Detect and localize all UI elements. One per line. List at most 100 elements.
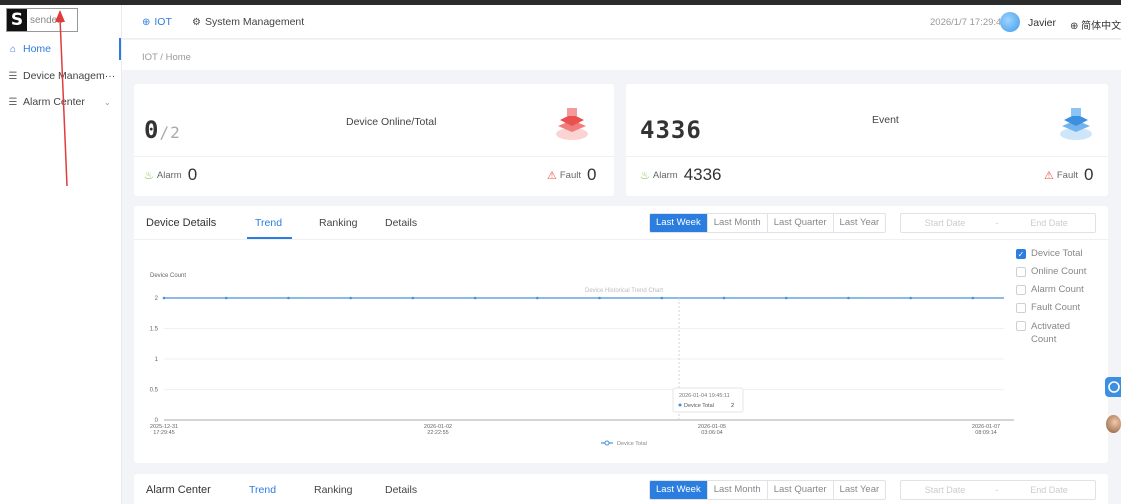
device-fault-stat: ⚠ Fault 0 (547, 165, 596, 185)
toggle-alarm-count[interactable]: Alarm Count (1016, 284, 1084, 295)
date-range-picker[interactable]: Start Date - End Date (900, 213, 1096, 233)
end-date-input[interactable]: End Date (1005, 485, 1093, 495)
toggle-activated-count[interactable]: Activated Count (1016, 320, 1086, 346)
tooltip-time: 2026-01-04 19:45:11 (679, 393, 730, 399)
start-date-input[interactable]: Start Date (901, 218, 989, 228)
y-tick-label: 1 (155, 357, 159, 363)
date-range-picker[interactable]: Start Date - End Date (900, 480, 1096, 500)
sidebar-item-alarm-center[interactable]: ☰ Alarm Center ⌄ (0, 91, 121, 113)
sidebar: S senden ⌂ Home ☰ Device Managem··· ☰ Al… (0, 5, 122, 504)
range-selector: Last Week Last Month Last Quarter Last Y… (649, 480, 887, 500)
data-point (722, 296, 726, 300)
list-icon: ☰ (8, 96, 18, 108)
range-last-month[interactable]: Last Month (708, 481, 768, 499)
tab-ranking[interactable]: Ranking (314, 484, 353, 496)
alarm-label: Alarm (156, 169, 182, 181)
device-alarm-stat: ♨ Alarm 0 (144, 165, 197, 185)
device-stack-icon (556, 108, 588, 140)
chat-icon (1108, 381, 1120, 393)
alarm-value: 4336 (683, 165, 722, 184)
checkbox[interactable] (1016, 285, 1026, 295)
x-tick-label: 17:29:45 (153, 430, 174, 436)
user-name[interactable]: Javier (1028, 17, 1056, 29)
gear-icon: ⚙ (192, 16, 201, 28)
checkbox[interactable] (1016, 303, 1026, 313)
range-last-year[interactable]: Last Year (834, 481, 886, 499)
tab-details[interactable]: Details (385, 217, 417, 229)
data-point (909, 296, 912, 300)
tab-iot[interactable]: ⊕ IOT (142, 16, 172, 28)
toggle-device-total[interactable]: ✓ Device Total (1016, 248, 1083, 259)
y-axis-label: Device Count (150, 273, 186, 279)
assistant-avatar[interactable] (1106, 415, 1121, 433)
sidebar-item-home[interactable]: ⌂ Home (0, 38, 121, 60)
tab-trend[interactable]: Trend (255, 217, 282, 229)
checkbox[interactable] (1016, 321, 1026, 331)
start-date-input[interactable]: Start Date (901, 485, 989, 495)
range-separator: - (995, 218, 999, 228)
fault-value: 0 (587, 165, 597, 184)
language-switch[interactable]: ⊕ 简体中文 (1070, 17, 1121, 32)
tooltip-value: 2 (731, 403, 734, 409)
range-last-week[interactable]: Last Week (650, 214, 708, 232)
device-online-total: 0/2 (144, 116, 181, 144)
data-point (784, 296, 788, 300)
breadcrumb-bar: IOT / Home (122, 40, 1121, 70)
event-fault-stat: ⚠ Fault 0 (1044, 165, 1093, 185)
tab-label: IOT (154, 16, 172, 28)
toggle-fault-count[interactable]: Fault Count (1016, 302, 1080, 313)
data-point (411, 296, 415, 300)
alarm-icon: ♨ (640, 169, 650, 182)
warning-icon: ⚠ (547, 169, 557, 182)
data-point (847, 296, 850, 300)
alarm-center-panel: Alarm Center Trend Ranking Details Last … (134, 474, 1108, 504)
home-icon: ⌂ (9, 43, 17, 55)
divider (626, 156, 1108, 157)
tab-details[interactable]: Details (385, 484, 417, 496)
panel-title: Alarm Center (146, 484, 211, 496)
tab-trend[interactable]: Trend (249, 484, 276, 496)
toggle-label: Fault Count (1031, 302, 1081, 313)
data-point (287, 296, 290, 300)
breadcrumb: IOT / Home (142, 52, 191, 63)
tooltip-marker (678, 403, 682, 407)
range-last-quarter[interactable]: Last Quarter (768, 481, 834, 499)
tooltip-label: Device Total (684, 403, 714, 409)
device-trend-chart: Device Count Device Historical Trend Char… (150, 273, 1014, 447)
checkbox[interactable] (1016, 267, 1026, 277)
fault-value: 0 (1084, 165, 1094, 184)
fault-label: Fault (1056, 169, 1078, 181)
end-date-input[interactable]: End Date (1005, 218, 1093, 228)
tab-label: System Management (204, 16, 305, 28)
chevron-down-icon: ⌄ (104, 97, 111, 107)
alarm-label: Alarm (652, 169, 678, 181)
checkbox-checked[interactable]: ✓ (1016, 249, 1026, 259)
toggle-label: Alarm Count (1031, 284, 1084, 295)
device-details-panel: Device Details Trend Ranking Details Las… (134, 206, 1108, 463)
event-alarm-stat: ♨ Alarm 4336 (640, 165, 722, 185)
data-point (224, 296, 228, 300)
toggle-label: Device Total (1031, 248, 1083, 259)
toggle-online-count[interactable]: Online Count (1016, 266, 1086, 277)
card-title: Event (872, 114, 899, 126)
sidebar-item-label: Device Managem··· (23, 70, 116, 82)
data-point (598, 296, 601, 300)
avatar[interactable] (1000, 12, 1020, 32)
tab-ranking[interactable]: Ranking (319, 217, 358, 229)
device-summary-card: 0/2 Device Online/Total ♨ Alarm 0 ⚠ Faul… (134, 84, 614, 196)
x-tick-label: 03:06:04 (701, 430, 722, 436)
range-last-month[interactable]: Last Month (708, 214, 768, 232)
legend-label: Device Total (617, 441, 647, 447)
tab-system-management[interactable]: ⚙ System Management (192, 16, 304, 28)
legend-marker (604, 440, 610, 446)
sidebar-item-label: Alarm Center (23, 96, 85, 108)
range-last-week[interactable]: Last Week (650, 481, 708, 499)
language-label: 简体中文 (1081, 21, 1121, 32)
y-tick-label: 0.5 (150, 388, 159, 394)
sidebar-item-device-management[interactable]: ☰ Device Managem··· (0, 65, 121, 87)
range-last-year[interactable]: Last Year (834, 214, 886, 232)
data-point (473, 296, 477, 300)
logo[interactable]: S senden (6, 8, 78, 32)
range-last-quarter[interactable]: Last Quarter (768, 214, 834, 232)
customer-service-button[interactable] (1105, 377, 1121, 397)
